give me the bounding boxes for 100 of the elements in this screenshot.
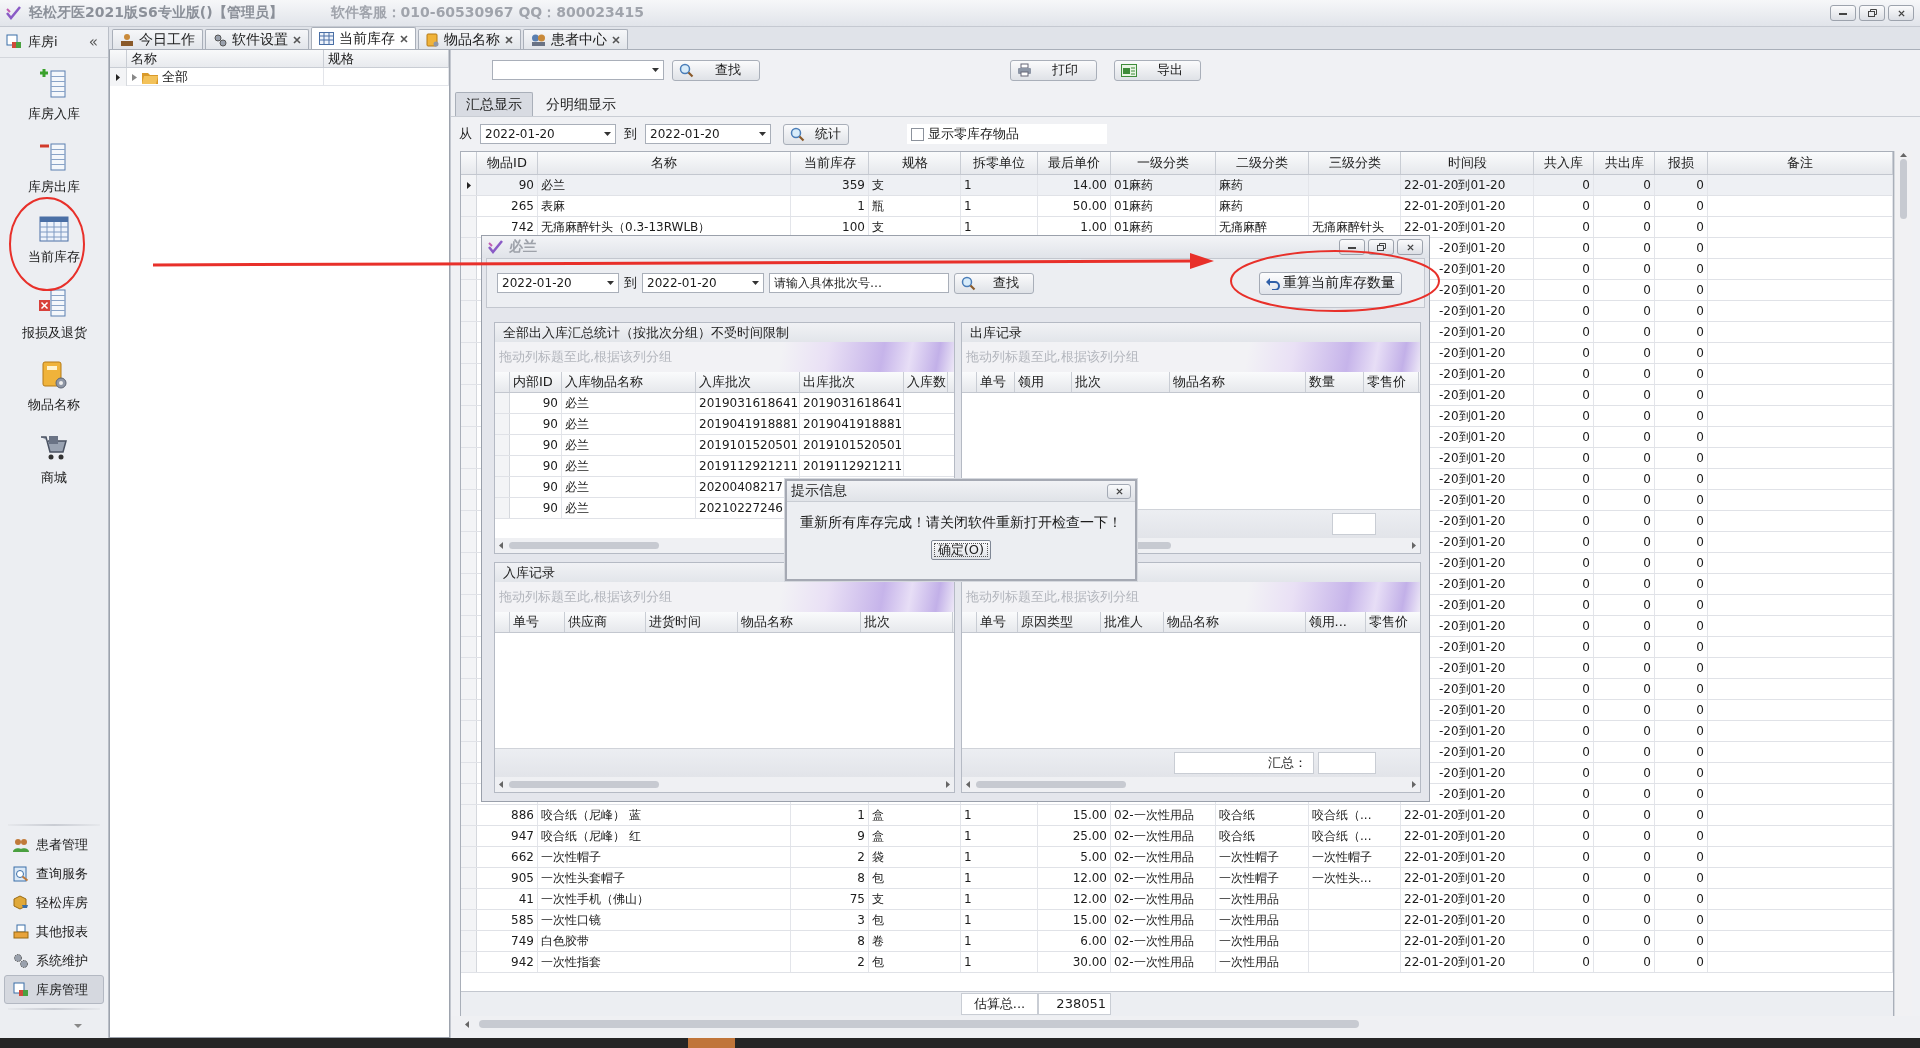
statistics-button[interactable]: 统计 (783, 123, 849, 145)
export-button[interactable]: 导出 (1114, 59, 1201, 81)
table-cell: 1 (791, 805, 869, 825)
date-picker[interactable]: 2022-01-20 (497, 273, 619, 293)
table-cell: 0 (1594, 805, 1655, 825)
search-button[interactable]: 查找 (672, 59, 760, 81)
tab[interactable]: 软件设置 (205, 29, 309, 49)
view-tab[interactable]: 汇总显示 (455, 92, 533, 116)
table-cell: 0 (1594, 889, 1655, 909)
support-info: 软件客服：010-60530967 QQ：800023415 (330, 4, 644, 22)
column-header[interactable]: 零售价 (1363, 372, 1419, 392)
sidebar-item[interactable]: 当前库存 (0, 204, 108, 277)
column-header[interactable]: 备注 (1708, 152, 1893, 174)
table-cell: 0 (1655, 385, 1708, 405)
column-header[interactable]: 物品名称 (738, 611, 861, 632)
sidebar-item[interactable]: 报损及退货 (0, 277, 108, 350)
column-header[interactable]: 报损 (1655, 152, 1708, 174)
column-header[interactable]: 供应商 (565, 611, 646, 632)
table-cell: 50.00 (1038, 196, 1111, 216)
column-header[interactable]: 名称 (538, 152, 791, 174)
print-button[interactable]: 打印 (1010, 59, 1097, 81)
column-header[interactable]: 一级分类 (1111, 152, 1216, 174)
column-header[interactable]: 名称 (127, 50, 324, 67)
column-header[interactable]: 物品ID (477, 152, 538, 174)
tab[interactable]: 当前库存 (311, 27, 416, 49)
tab[interactable]: 今日工作 (112, 29, 203, 49)
date-picker[interactable]: 2022-01-20 (480, 124, 616, 144)
table-cell: 0 (1655, 427, 1708, 447)
batch-number-field[interactable]: 请输入具体批次号… (769, 273, 949, 293)
table-cell: 咬合纸 (1216, 805, 1309, 825)
column-header[interactable]: 零售价 (1365, 611, 1420, 632)
table-cell: 0 (1594, 364, 1655, 384)
table-cell: 0 (1594, 595, 1655, 615)
column-header[interactable]: 原因类型 (1017, 611, 1101, 632)
column-header[interactable]: 入库数 (904, 372, 948, 392)
table-cell: 0 (1534, 931, 1594, 951)
nav-item[interactable]: 其他报表 (4, 917, 104, 946)
column-header[interactable]: 单号 (976, 611, 1018, 632)
column-header[interactable]: 物品名称 (1169, 372, 1306, 392)
table-cell: 0 (1534, 343, 1594, 363)
table-cell: 22-01-20到01-20 (1401, 805, 1534, 825)
table-cell: 咬合纸（尼峰） 蓝 (538, 805, 791, 825)
recalculate-button[interactable]: 重算当前库存数量 (1259, 271, 1402, 295)
table-cell: 22-01-20到01-20 (1401, 889, 1534, 909)
table-cell: 0 (1534, 448, 1594, 468)
sidebar-item[interactable]: 物品名称 (0, 350, 108, 423)
view-tab[interactable]: 分明细显示 (535, 92, 627, 116)
column-header[interactable]: 规格 (869, 152, 961, 174)
table-cell: 0 (1534, 868, 1594, 888)
table-cell: 一次性帽子 (1216, 868, 1309, 888)
table-cell: 02-一次性用品 (1111, 910, 1216, 930)
sidebar-item[interactable]: 商城 (0, 423, 108, 496)
collapse-button[interactable]: « (84, 33, 102, 51)
column-header[interactable]: 二级分类 (1216, 152, 1309, 174)
column-header[interactable]: 单号 (510, 611, 565, 632)
column-header[interactable]: 单号 (976, 372, 1015, 392)
table-cell: 0 (1655, 595, 1708, 615)
column-header[interactable]: 批次 (1071, 372, 1170, 392)
date-picker[interactable]: 2022-01-20 (645, 124, 771, 144)
column-header[interactable]: 领用... (1305, 611, 1366, 632)
column-header[interactable]: 共出库 (1594, 152, 1655, 174)
column-header[interactable]: 物品名称 (1163, 611, 1306, 632)
column-header[interactable]: 拆零单位 (961, 152, 1038, 174)
column-header[interactable]: 数量 (1305, 372, 1364, 392)
sidebar-item[interactable]: 库房入库 (0, 58, 108, 131)
column-header[interactable]: 领用 (1014, 372, 1072, 392)
nav-item[interactable]: 库房管理 (4, 975, 104, 1004)
nav-item[interactable]: 系统维护 (4, 946, 104, 975)
column-header[interactable]: 入库批次 (696, 372, 800, 392)
column-header[interactable]: 出库批次 (800, 372, 904, 392)
table-cell: 947 (477, 826, 538, 846)
table-cell: 0 (1594, 469, 1655, 489)
column-header[interactable]: 进货时间 (646, 611, 738, 632)
nav-item[interactable]: 轻松库房 (4, 888, 104, 917)
column-header[interactable]: 三级分类 (1309, 152, 1401, 174)
date-picker[interactable]: 2022-01-20 (642, 273, 764, 293)
tab[interactable]: 患者中心 (523, 29, 628, 49)
column-header[interactable]: 当前库存 (791, 152, 869, 174)
column-header[interactable]: 批准人 (1100, 611, 1164, 632)
table-cell: 886 (477, 805, 538, 825)
column-header[interactable]: 共入库 (1534, 152, 1594, 174)
sidebar-item[interactable]: 库房出库 (0, 131, 108, 204)
search-button[interactable]: 查找 (954, 272, 1034, 294)
table-cell: 0 (1534, 637, 1594, 657)
column-header[interactable]: 规格 (324, 50, 449, 67)
nav-item[interactable]: 查询服务 (4, 859, 104, 888)
column-header[interactable]: 最后单价 (1038, 152, 1111, 174)
column-header[interactable]: 时间段 (1401, 152, 1534, 174)
tree-item[interactable]: 全部 (162, 68, 188, 86)
table-cell: 0 (1594, 784, 1655, 804)
column-header[interactable]: 批次 (861, 611, 953, 632)
table-cell: 1 (791, 196, 869, 216)
column-header[interactable]: 内部ID (510, 372, 562, 392)
ok-button[interactable]: 确定(O) (930, 540, 992, 560)
nav-item[interactable]: 患者管理 (4, 830, 104, 859)
column-header[interactable]: 入库物品名称 (562, 372, 696, 392)
tab[interactable]: 物品名称 (418, 29, 521, 49)
table-cell: 90 (510, 477, 562, 497)
table-cell: 一次性用品 (1216, 931, 1309, 951)
table-cell: 22-01-20到01-20 (1401, 196, 1534, 216)
